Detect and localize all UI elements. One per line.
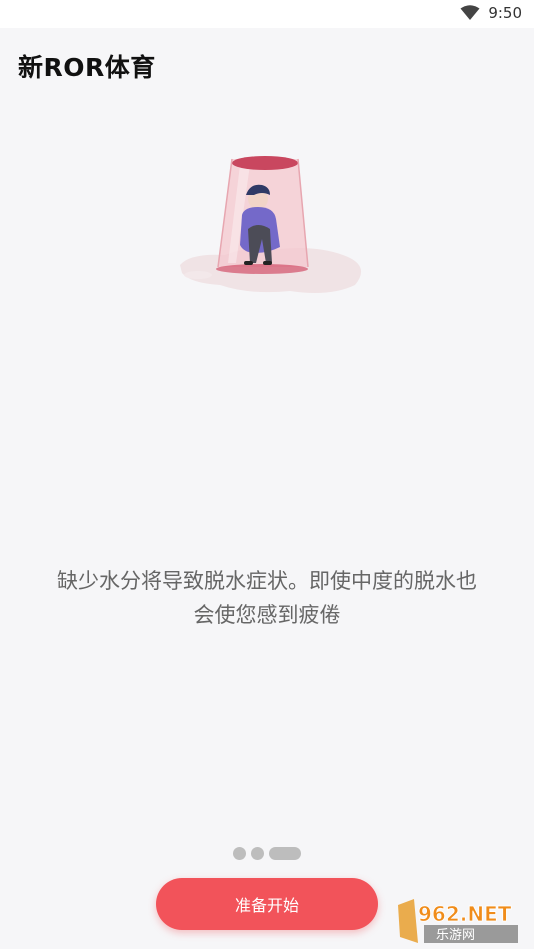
- site-watermark-logo: 962.NET 乐游网: [398, 899, 518, 943]
- wifi-icon: [460, 5, 480, 21]
- onboarding-message-line1: 缺少水分将导致脱水症状。即使中度的脱水也: [57, 569, 477, 593]
- page-dot-3-active: [269, 847, 301, 860]
- person-trapped-in-cup-illustration: [180, 156, 362, 293]
- app-title: 新ROR体育: [18, 53, 156, 82]
- onboarding-message: 缺少水分将导致脱水症状。即使中度的脱水也 会使您感到疲倦: [30, 564, 504, 632]
- page-dot-2: [251, 847, 264, 860]
- status-indicators: 9:50: [460, 4, 522, 22]
- svg-text:962.NET: 962.NET: [418, 902, 512, 926]
- page-indicator: [233, 847, 301, 860]
- svg-text:乐游网: 乐游网: [436, 928, 475, 943]
- page-dot-1: [233, 847, 246, 860]
- status-time: 9:50: [488, 4, 522, 22]
- onboarding-message-line2: 会使您感到疲倦: [193, 603, 341, 627]
- status-bar: 9:50: [0, 0, 534, 28]
- start-button[interactable]: 准备开始: [156, 878, 378, 930]
